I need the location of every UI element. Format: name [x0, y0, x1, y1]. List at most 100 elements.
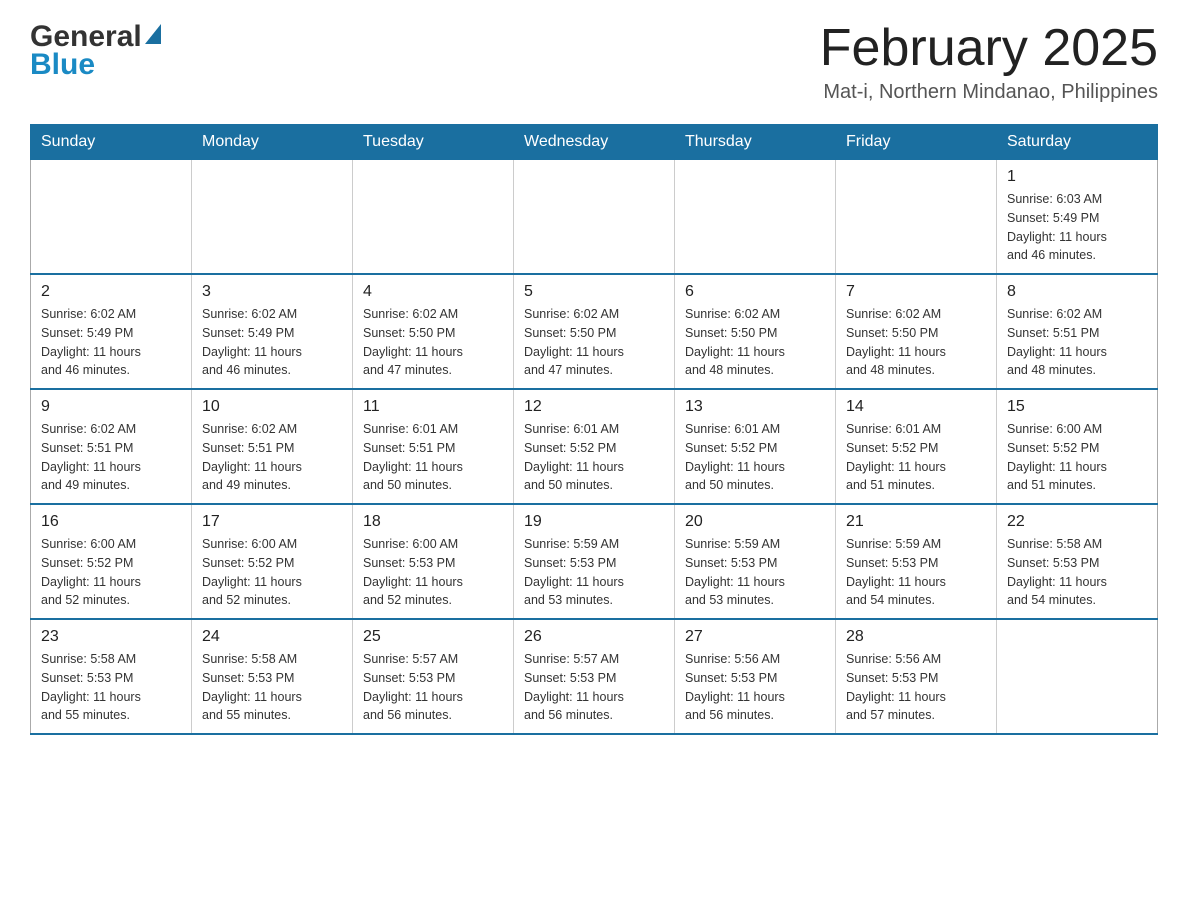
day-info: Sunrise: 5:59 AM Sunset: 5:53 PM Dayligh…: [524, 535, 664, 610]
day-info: Sunrise: 6:02 AM Sunset: 5:49 PM Dayligh…: [41, 305, 181, 380]
day-info: Sunrise: 6:02 AM Sunset: 5:50 PM Dayligh…: [846, 305, 986, 380]
calendar-cell: 3Sunrise: 6:02 AM Sunset: 5:49 PM Daylig…: [192, 274, 353, 389]
calendar-cell: 10 Sunrise: 6:02 AM Sunset: 5:51 PM Dayli…: [192, 389, 353, 504]
calendar-cell: 22 Sunrise: 5:58 AM Sunset: 5:53 PM Dayli…: [997, 504, 1158, 619]
day-number: 17: [202, 513, 342, 531]
calendar-week-1: 1Sunrise: 6:03 AM Sunset: 5:49 PM Daylig…: [31, 160, 1158, 275]
day-info: Sunrise: 6:01 AM Sunset: 5:52 PM Dayligh…: [685, 420, 825, 495]
calendar-table: Sunday Monday Tuesday Wednesday Thursday…: [30, 124, 1158, 735]
page-header: General Blue February 2025 Mat-i, Northe…: [30, 20, 1158, 104]
day-number: 23: [41, 628, 181, 646]
day-info: Sunrise: 6:01 AM Sunset: 5:52 PM Dayligh…: [846, 420, 986, 495]
day-number: 20: [685, 513, 825, 531]
calendar-cell: 19 Sunrise: 5:59 AM Sunset: 5:53 PM Dayli…: [514, 504, 675, 619]
calendar-cell: 2 Sunrise: 6:02 AM Sunset: 5:49 PM Daylig…: [31, 274, 192, 389]
day-info: Sunrise: 6:02 AM Sunset: 5:51 PM Dayligh…: [41, 420, 181, 495]
day-number: 25: [363, 628, 503, 646]
day-info: Sunrise: 5:57 AM Sunset: 5:53 PM Dayligh…: [363, 650, 503, 725]
day-info: Sunrise: 6:00 AM Sunset: 5:53 PM Dayligh…: [363, 535, 503, 610]
calendar-body: 1Sunrise: 6:03 AM Sunset: 5:49 PM Daylig…: [31, 160, 1158, 735]
day-number: 28: [846, 628, 986, 646]
logo-triangle-icon: [145, 24, 161, 44]
day-info: Sunrise: 5:58 AM Sunset: 5:53 PM Dayligh…: [1007, 535, 1147, 610]
col-friday: Friday: [836, 125, 997, 160]
day-number: 12: [524, 398, 664, 416]
calendar-header: Sunday Monday Tuesday Wednesday Thursday…: [31, 125, 1158, 160]
calendar-cell: 4Sunrise: 6:02 AM Sunset: 5:50 PM Daylig…: [353, 274, 514, 389]
day-number: 2: [41, 283, 181, 301]
col-tuesday: Tuesday: [353, 125, 514, 160]
day-info: Sunrise: 6:02 AM Sunset: 5:50 PM Dayligh…: [524, 305, 664, 380]
title-section: February 2025 Mat-i, Northern Mindanao, …: [820, 20, 1158, 104]
day-info: Sunrise: 6:00 AM Sunset: 5:52 PM Dayligh…: [202, 535, 342, 610]
calendar-week-4: 16 Sunrise: 6:00 AM Sunset: 5:52 PM Dayli…: [31, 504, 1158, 619]
day-info: Sunrise: 6:00 AM Sunset: 5:52 PM Dayligh…: [1007, 420, 1147, 495]
calendar-cell: 11Sunrise: 6:01 AM Sunset: 5:51 PM Dayli…: [353, 389, 514, 504]
day-info: Sunrise: 5:59 AM Sunset: 5:53 PM Dayligh…: [685, 535, 825, 610]
col-saturday: Saturday: [997, 125, 1158, 160]
calendar-cell: 17 Sunrise: 6:00 AM Sunset: 5:52 PM Dayli…: [192, 504, 353, 619]
day-info: Sunrise: 6:02 AM Sunset: 5:51 PM Dayligh…: [1007, 305, 1147, 380]
calendar-week-2: 2 Sunrise: 6:02 AM Sunset: 5:49 PM Daylig…: [31, 274, 1158, 389]
day-number: 26: [524, 628, 664, 646]
day-info: Sunrise: 5:56 AM Sunset: 5:53 PM Dayligh…: [685, 650, 825, 725]
logo: General Blue: [30, 20, 161, 82]
calendar-cell: 28 Sunrise: 5:56 AM Sunset: 5:53 PM Dayli…: [836, 619, 997, 734]
day-info: Sunrise: 6:01 AM Sunset: 5:51 PM Dayligh…: [363, 420, 503, 495]
calendar-cell: [192, 160, 353, 275]
col-monday: Monday: [192, 125, 353, 160]
calendar-week-5: 23 Sunrise: 5:58 AM Sunset: 5:53 PM Dayli…: [31, 619, 1158, 734]
calendar-cell: 16 Sunrise: 6:00 AM Sunset: 5:52 PM Dayli…: [31, 504, 192, 619]
day-number: 10: [202, 398, 342, 416]
calendar-cell: 15Sunrise: 6:00 AM Sunset: 5:52 PM Dayli…: [997, 389, 1158, 504]
location-subtitle: Mat-i, Northern Mindanao, Philippines: [820, 81, 1158, 104]
calendar-cell: 24Sunrise: 5:58 AM Sunset: 5:53 PM Dayli…: [192, 619, 353, 734]
calendar-cell: [31, 160, 192, 275]
day-number: 9: [41, 398, 181, 416]
calendar-cell: 25 Sunrise: 5:57 AM Sunset: 5:53 PM Dayli…: [353, 619, 514, 734]
calendar-cell: 7 Sunrise: 6:02 AM Sunset: 5:50 PM Daylig…: [836, 274, 997, 389]
calendar-cell: 21Sunrise: 5:59 AM Sunset: 5:53 PM Dayli…: [836, 504, 997, 619]
day-number: 21: [846, 513, 986, 531]
day-number: 4: [363, 283, 503, 301]
calendar-cell: 13 Sunrise: 6:01 AM Sunset: 5:52 PM Dayli…: [675, 389, 836, 504]
day-number: 27: [685, 628, 825, 646]
calendar-cell: 12 Sunrise: 6:01 AM Sunset: 5:52 PM Dayli…: [514, 389, 675, 504]
day-info: Sunrise: 6:03 AM Sunset: 5:49 PM Dayligh…: [1007, 190, 1147, 265]
day-number: 7: [846, 283, 986, 301]
calendar-cell: [353, 160, 514, 275]
calendar-cell: 20 Sunrise: 5:59 AM Sunset: 5:53 PM Dayli…: [675, 504, 836, 619]
calendar-cell: 27 Sunrise: 5:56 AM Sunset: 5:53 PM Dayli…: [675, 619, 836, 734]
calendar-cell: [675, 160, 836, 275]
day-info: Sunrise: 5:56 AM Sunset: 5:53 PM Dayligh…: [846, 650, 986, 725]
day-info: Sunrise: 5:58 AM Sunset: 5:53 PM Dayligh…: [202, 650, 342, 725]
calendar-cell: 14 Sunrise: 6:01 AM Sunset: 5:52 PM Dayli…: [836, 389, 997, 504]
calendar-cell: 26 Sunrise: 5:57 AM Sunset: 5:53 PM Dayli…: [514, 619, 675, 734]
month-title: February 2025: [820, 20, 1158, 77]
col-wednesday: Wednesday: [514, 125, 675, 160]
calendar-cell: 8Sunrise: 6:02 AM Sunset: 5:51 PM Daylig…: [997, 274, 1158, 389]
col-sunday: Sunday: [31, 125, 192, 160]
day-info: Sunrise: 6:02 AM Sunset: 5:50 PM Dayligh…: [685, 305, 825, 380]
calendar-cell: 1Sunrise: 6:03 AM Sunset: 5:49 PM Daylig…: [997, 160, 1158, 275]
calendar-cell: [514, 160, 675, 275]
day-info: Sunrise: 5:58 AM Sunset: 5:53 PM Dayligh…: [41, 650, 181, 725]
days-of-week-row: Sunday Monday Tuesday Wednesday Thursday…: [31, 125, 1158, 160]
calendar-cell: 6Sunrise: 6:02 AM Sunset: 5:50 PM Daylig…: [675, 274, 836, 389]
day-info: Sunrise: 5:57 AM Sunset: 5:53 PM Dayligh…: [524, 650, 664, 725]
day-info: Sunrise: 6:02 AM Sunset: 5:51 PM Dayligh…: [202, 420, 342, 495]
day-number: 14: [846, 398, 986, 416]
col-thursday: Thursday: [675, 125, 836, 160]
calendar-cell: 9 Sunrise: 6:02 AM Sunset: 5:51 PM Daylig…: [31, 389, 192, 504]
day-info: Sunrise: 6:00 AM Sunset: 5:52 PM Dayligh…: [41, 535, 181, 610]
logo-blue: Blue: [30, 48, 161, 82]
day-info: Sunrise: 6:01 AM Sunset: 5:52 PM Dayligh…: [524, 420, 664, 495]
calendar-cell: 18 Sunrise: 6:00 AM Sunset: 5:53 PM Dayli…: [353, 504, 514, 619]
day-number: 13: [685, 398, 825, 416]
day-number: 19: [524, 513, 664, 531]
calendar-week-3: 9 Sunrise: 6:02 AM Sunset: 5:51 PM Daylig…: [31, 389, 1158, 504]
day-number: 18: [363, 513, 503, 531]
day-number: 16: [41, 513, 181, 531]
day-number: 22: [1007, 513, 1147, 531]
calendar-cell: 23 Sunrise: 5:58 AM Sunset: 5:53 PM Dayli…: [31, 619, 192, 734]
